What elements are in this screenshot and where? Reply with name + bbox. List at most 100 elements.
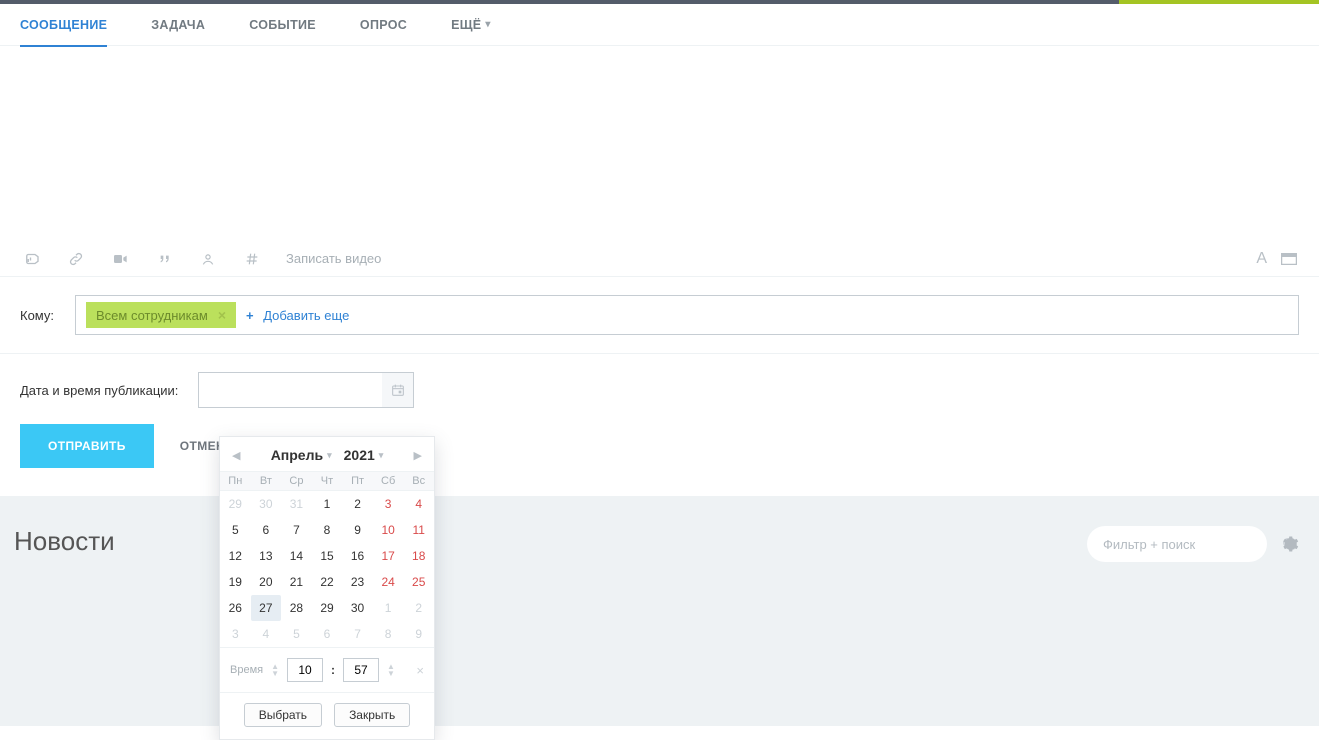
publish-date-row: Дата и время публикации: [0,354,1319,408]
date-cell[interactable]: 6 [312,621,343,647]
date-cell[interactable]: 17 [373,543,404,569]
video-icon[interactable] [110,251,130,267]
add-recipient-link[interactable]: + Добавить еще [246,308,349,323]
post-type-tabs: СООБЩЕНИЕ ЗАДАЧА СОБЫТИЕ ОПРОС ЕЩЁ ▾ [0,4,1319,46]
date-cell[interactable]: 10 [373,517,404,543]
text-format-icon[interactable]: A [1256,250,1267,268]
date-cell[interactable]: 18 [403,543,434,569]
date-input-wrap [198,372,414,408]
datepicker-popup: ◀ Апрель ▾ 2021 ▾ ▶ ПнВтСрЧтПтСбВс 29303… [219,436,435,740]
hours-spinner[interactable]: ▲▼ [271,663,279,677]
date-cell[interactable]: 8 [373,621,404,647]
tab-more[interactable]: ЕЩЁ ▾ [451,4,491,46]
date-cell[interactable]: 28 [281,595,312,621]
date-cell[interactable]: 4 [403,491,434,517]
date-cell[interactable]: 7 [342,621,373,647]
date-cell[interactable]: 8 [312,517,343,543]
remove-chip-icon[interactable]: × [218,307,226,323]
date-cell[interactable]: 30 [251,491,282,517]
date-cell[interactable]: 12 [220,543,251,569]
panel-icon[interactable] [1281,253,1297,265]
quote-icon[interactable] [154,251,174,267]
month-select[interactable]: Апрель ▾ [271,447,332,463]
date-cell[interactable]: 19 [220,569,251,595]
add-recipient-label: Добавить еще [263,308,349,323]
date-cell[interactable]: 3 [373,491,404,517]
chevron-down-icon: ▾ [327,450,332,461]
date-cell[interactable]: 9 [342,517,373,543]
date-cell[interactable]: 6 [251,517,282,543]
mention-icon[interactable] [198,251,218,267]
next-month-icon[interactable]: ▶ [408,449,428,462]
date-cell[interactable]: 29 [220,491,251,517]
gear-icon[interactable] [1281,535,1299,553]
dp-grid: 2930311234567891011121314151617181920212… [220,491,434,647]
time-row: Время ▲▼ : ▲▼ × [220,647,434,692]
date-cell[interactable]: 3 [220,621,251,647]
recipient-chip-label: Всем сотрудникам [96,308,208,323]
date-cell[interactable]: 15 [312,543,343,569]
date-cell[interactable]: 30 [342,595,373,621]
date-cell[interactable]: 9 [403,621,434,647]
date-cell[interactable]: 20 [251,569,282,595]
datepicker-close-button[interactable]: Закрыть [334,703,410,727]
date-cell[interactable]: 7 [281,517,312,543]
date-cell[interactable]: 22 [312,569,343,595]
tag-icon[interactable] [242,251,262,267]
link-icon[interactable] [66,251,86,267]
dow-cell: Ср [281,472,312,490]
chevron-down-icon: ▾ [485,19,490,30]
clear-time-icon[interactable]: × [416,663,424,678]
date-cell[interactable]: 2 [403,595,434,621]
year-select[interactable]: 2021 ▾ [344,447,384,463]
feed-search-input[interactable] [1101,536,1281,553]
minutes-spinner[interactable]: ▲▼ [387,663,395,677]
date-cell[interactable]: 14 [281,543,312,569]
tab-message[interactable]: СООБЩЕНИЕ [20,4,107,46]
feed-search[interactable] [1087,526,1267,562]
date-cell[interactable]: 5 [220,517,251,543]
plus-icon: + [246,308,254,323]
tab-poll[interactable]: ОПРОС [360,4,407,46]
recipients-label: Кому: [20,308,75,323]
date-cell[interactable]: 25 [403,569,434,595]
date-cell[interactable]: 4 [251,621,282,647]
recipients-input[interactable]: Всем сотрудникам × + Добавить еще [75,295,1299,335]
prev-month-icon[interactable]: ◀ [226,449,246,462]
feed-section: Новости [0,496,1319,726]
calendar-icon[interactable] [382,372,414,408]
date-cell[interactable]: 31 [281,491,312,517]
date-cell[interactable]: 23 [342,569,373,595]
date-cell-today[interactable]: 27 [251,595,282,621]
datepicker-select-button[interactable]: Выбрать [244,703,322,727]
editor-toolbar: Записать видео A [0,241,1319,277]
date-cell[interactable]: 1 [373,595,404,621]
minutes-input[interactable] [343,658,379,682]
date-cell[interactable]: 26 [220,595,251,621]
month-label: Апрель [271,447,323,463]
dow-cell: Вт [251,472,282,490]
send-button[interactable]: ОТПРАВИТЬ [20,424,154,468]
date-cell[interactable]: 11 [403,517,434,543]
date-cell[interactable]: 2 [342,491,373,517]
attachment-icon[interactable] [22,251,42,267]
message-editor[interactable] [0,46,1319,241]
date-cell[interactable]: 13 [251,543,282,569]
publish-date-label: Дата и время публикации: [20,383,178,398]
dow-cell: Пн [220,472,251,490]
tab-event[interactable]: СОБЫТИЕ [249,4,316,46]
record-video-link[interactable]: Записать видео [286,251,381,266]
date-cell[interactable]: 21 [281,569,312,595]
date-cell[interactable]: 1 [312,491,343,517]
time-label: Время [230,664,263,676]
tab-task[interactable]: ЗАДАЧА [151,4,205,46]
dow-cell: Сб [373,472,404,490]
date-cell[interactable]: 24 [373,569,404,595]
date-cell[interactable]: 29 [312,595,343,621]
feed-title: Новости [14,526,115,557]
dow-cell: Чт [312,472,343,490]
date-cell[interactable]: 5 [281,621,312,647]
date-cell[interactable]: 16 [342,543,373,569]
dow-row: ПнВтСрЧтПтСбВс [220,471,434,491]
hours-input[interactable] [287,658,323,682]
